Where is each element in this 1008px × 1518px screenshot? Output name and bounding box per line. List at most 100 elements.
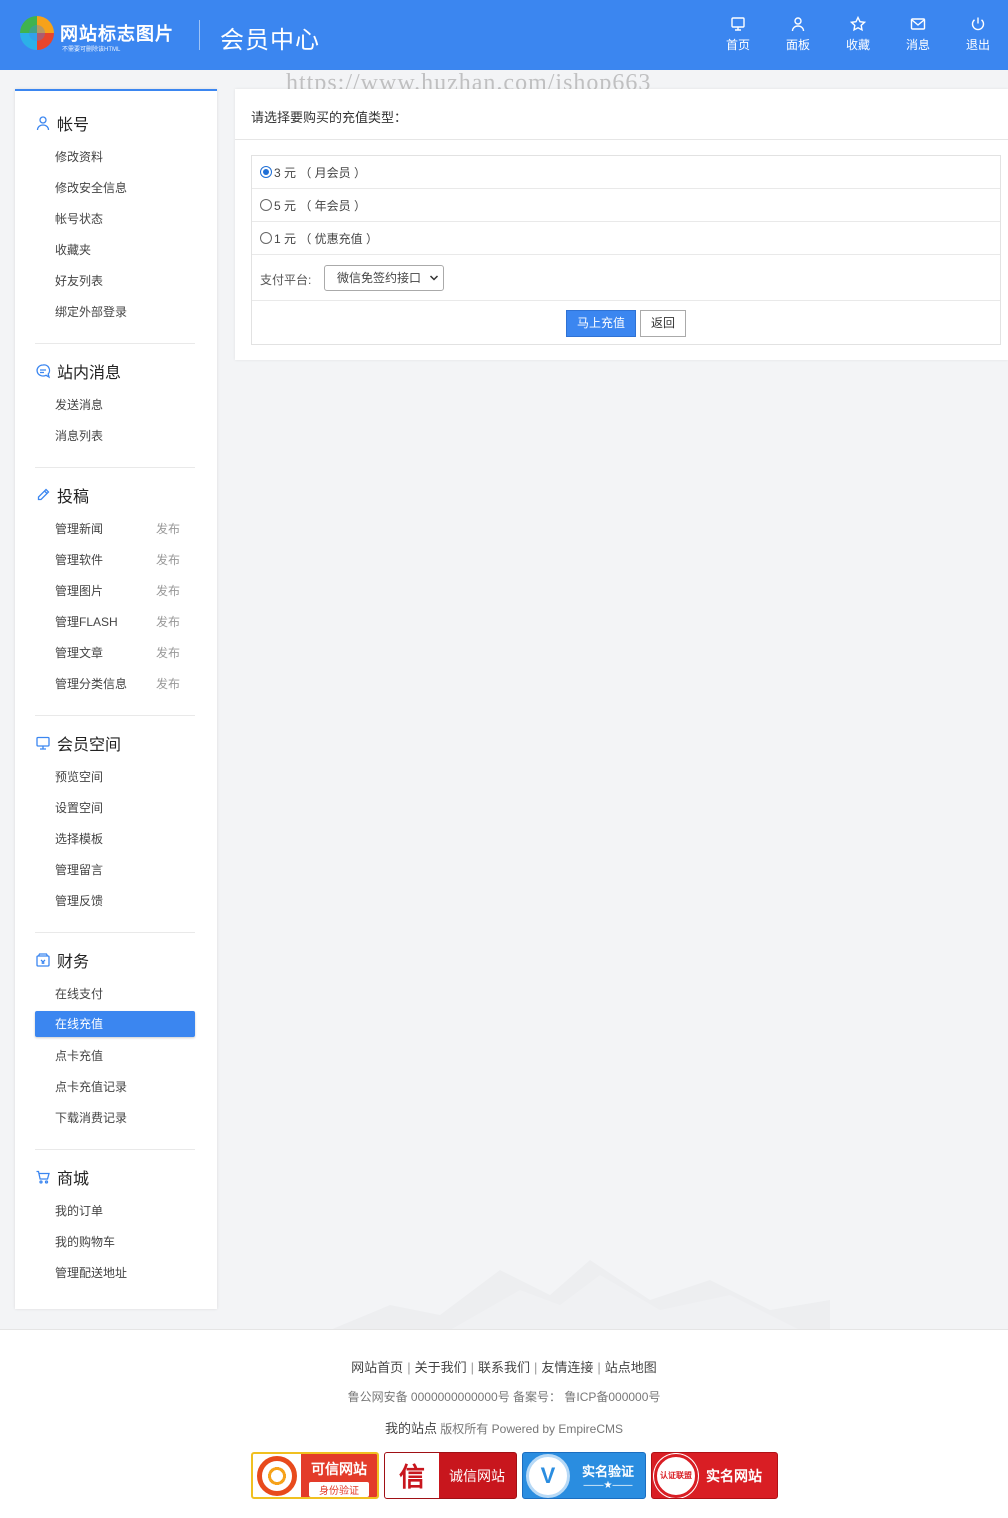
footer: 网站首页 | 关于我们 | 联系我们 | 友情连接 | 站点地图 鲁公网安备 000000000… bbox=[0, 1329, 1008, 1518]
footer-links: 网站首页 | 关于我们 | 联系我们 | 友情连接 | 站点地图 bbox=[351, 1360, 657, 1375]
payment-platform-select[interactable]: 微信免签约接口 bbox=[324, 265, 444, 291]
cart-icon bbox=[36, 1170, 50, 1184]
group-title-finance: 财务 bbox=[35, 948, 89, 972]
user-icon bbox=[791, 17, 805, 32]
footer-site-name: 我的站点 bbox=[384, 1421, 437, 1436]
trust-badges: 可信网站 身份验证 信 诚信网站 V 实名验证 ——★—— 认证联盟 实名网站 bbox=[251, 1452, 783, 1499]
group-title-account: 帐号 bbox=[35, 111, 89, 135]
star-icon bbox=[850, 16, 866, 32]
page-title: 会员中心 bbox=[220, 27, 320, 54]
recharge-option-discount[interactable]: 1 元 （ 优惠充值 ） bbox=[252, 222, 1000, 255]
wallet-icon bbox=[36, 953, 50, 967]
group-divider bbox=[35, 1149, 195, 1150]
back-button[interactable]: 返回 bbox=[640, 310, 686, 337]
radio-checked-icon[interactable] bbox=[260, 166, 272, 178]
sidebar-item-preview-space[interactable]: 预览空间 bbox=[35, 764, 195, 790]
footer-link-about[interactable]: 关于我们 bbox=[415, 1360, 467, 1375]
publish-link[interactable]: 发布 bbox=[156, 640, 180, 666]
recharge-form: 3 元 （ 月会员 ） 5 元 （ 年会员 ） 1 元 （ 优惠充值 ） 支付平… bbox=[251, 155, 1001, 345]
sidebar-item-friends[interactable]: 好友列表 bbox=[35, 268, 195, 294]
sidebar-item-shipping-address[interactable]: 管理配送地址 bbox=[35, 1260, 195, 1286]
sidebar-item-card-recharge-log[interactable]: 点卡充值记录 bbox=[35, 1074, 195, 1100]
group-divider bbox=[35, 467, 195, 468]
form-actions: 马上充值 返回 bbox=[252, 301, 1000, 345]
sidebar-item-account-status[interactable]: 帐号状态 bbox=[35, 206, 195, 232]
badge-trusted-site[interactable]: 可信网站 身份验证 bbox=[251, 1452, 379, 1499]
group-divider bbox=[35, 343, 195, 344]
sidebar-item-message-list[interactable]: 消息列表 bbox=[35, 423, 195, 449]
sidebar-item-my-orders[interactable]: 我的订单 bbox=[35, 1198, 195, 1224]
chevron-down-icon bbox=[429, 275, 439, 281]
monitor-icon bbox=[36, 736, 50, 750]
publish-link[interactable]: 发布 bbox=[156, 516, 180, 542]
integrity-seal-icon: 信 bbox=[385, 1453, 439, 1498]
recharge-option-monthly[interactable]: 3 元 （ 月会员 ） bbox=[252, 156, 1000, 189]
recharge-submit-button[interactable]: 马上充值 bbox=[566, 310, 636, 337]
header-divider bbox=[199, 20, 200, 50]
certification-seal-icon: 认证联盟 bbox=[654, 1453, 698, 1498]
sidebar-item-manage-articles[interactable]: 管理文章 发布 bbox=[35, 640, 195, 666]
footer-link-friends[interactable]: 友情连接 bbox=[541, 1360, 593, 1375]
publish-link[interactable]: 发布 bbox=[156, 547, 180, 573]
sidebar-item-online-payment[interactable]: 在线支付 bbox=[35, 981, 195, 1007]
nav-messages[interactable]: 消息 bbox=[888, 16, 948, 53]
sidebar-item-manage-news[interactable]: 管理新闻 发布 bbox=[35, 516, 195, 542]
sidebar-item-space-settings[interactable]: 设置空间 bbox=[35, 795, 195, 821]
radio-icon[interactable] bbox=[260, 232, 272, 244]
sidebar-item-manage-feedback[interactable]: 管理反馈 bbox=[35, 888, 195, 914]
publish-link[interactable]: 发布 bbox=[156, 578, 180, 604]
badge-realname-site[interactable]: 认证联盟 实名网站 bbox=[651, 1452, 778, 1499]
publish-link[interactable]: 发布 bbox=[156, 671, 180, 697]
group-title-messages: 站内消息 bbox=[35, 359, 121, 383]
sidebar-item-bind-login[interactable]: 绑定外部登录 bbox=[35, 299, 195, 325]
panel-header: 请选择要购买的充值类型： bbox=[235, 89, 1008, 140]
sidebar-item-manage-images[interactable]: 管理图片 发布 bbox=[35, 578, 195, 604]
radio-icon[interactable] bbox=[260, 199, 272, 211]
footer-link-contact[interactable]: 联系我们 bbox=[478, 1360, 530, 1375]
site-name[interactable]: 网站标志图片 bbox=[60, 20, 174, 46]
nav-home[interactable]: 首页 bbox=[708, 16, 768, 53]
sidebar-item-manage-flash[interactable]: 管理FLASH 发布 bbox=[35, 609, 195, 635]
nav-favorites[interactable]: 收藏 bbox=[828, 16, 888, 53]
footer-link-home[interactable]: 网站首页 bbox=[351, 1360, 403, 1375]
sidebar-item-manage-software[interactable]: 管理软件 发布 bbox=[35, 547, 195, 573]
monitor-icon bbox=[731, 17, 745, 31]
footer-link-sitemap[interactable]: 站点地图 bbox=[605, 1360, 657, 1375]
mail-icon bbox=[910, 18, 926, 30]
user-icon bbox=[36, 116, 50, 131]
verified-v-icon: V bbox=[526, 1453, 570, 1498]
sidebar-item-favorites[interactable]: 收藏夹 bbox=[35, 237, 195, 263]
site-logo-icon[interactable] bbox=[20, 16, 54, 50]
sidebar-item-online-recharge[interactable]: 在线充值 bbox=[35, 1011, 195, 1037]
group-title-shop: 商城 bbox=[35, 1165, 89, 1189]
sidebar-item-card-recharge[interactable]: 点卡充值 bbox=[35, 1043, 195, 1069]
badge-realname-verified[interactable]: V 实名验证 ——★—— bbox=[522, 1452, 646, 1499]
sidebar-item-download-log[interactable]: 下载消费记录 bbox=[35, 1105, 195, 1131]
power-icon bbox=[971, 17, 985, 31]
trusted-seal-icon bbox=[257, 1455, 297, 1496]
sidebar-item-edit-profile[interactable]: 修改资料 bbox=[35, 144, 195, 170]
sidebar-item-send-message[interactable]: 发送消息 bbox=[35, 392, 195, 418]
nav-panel[interactable]: 面板 bbox=[768, 16, 828, 53]
payment-platform-label: 支付平台: bbox=[260, 273, 312, 287]
sidebar-item-my-cart[interactable]: 我的购物车 bbox=[35, 1229, 195, 1255]
top-nav: 首页 面板 收藏 消息 退出 bbox=[708, 16, 1008, 53]
group-title-submit: 投稿 bbox=[35, 483, 89, 507]
sidebar-item-manage-classifieds[interactable]: 管理分类信息 发布 bbox=[35, 671, 195, 697]
publish-link[interactable]: 发布 bbox=[156, 609, 180, 635]
top-header: 网站标志图片 不需要可删除该HTML 会员中心 首页 面板 收藏 消息 退出 bbox=[0, 0, 1008, 70]
recharge-option-yearly[interactable]: 5 元 （ 年会员 ） bbox=[252, 189, 1000, 222]
message-icon bbox=[36, 364, 51, 379]
pen-icon bbox=[37, 488, 50, 501]
recharge-panel: 请选择要购买的充值类型： 3 元 （ 月会员 ） 5 元 （ 年会员 ） 1 元… bbox=[235, 89, 1008, 360]
footer-copyright: 我的站点 版权所有 Powered by EmpireCMS bbox=[384, 1421, 624, 1436]
mountain-decoration bbox=[330, 1260, 830, 1330]
nav-logout[interactable]: 退出 bbox=[948, 16, 1008, 53]
sidebar: 帐号 修改资料 修改安全信息 帐号状态 收藏夹 好友列表 绑定外部登录 站内消息… bbox=[15, 89, 217, 1309]
sidebar-item-manage-guestbook[interactable]: 管理留言 bbox=[35, 857, 195, 883]
badge-integrity-site[interactable]: 信 诚信网站 bbox=[384, 1452, 517, 1499]
sidebar-item-edit-security[interactable]: 修改安全信息 bbox=[35, 175, 195, 201]
group-title-space: 会员空间 bbox=[35, 731, 121, 755]
sidebar-item-choose-template[interactable]: 选择模板 bbox=[35, 826, 195, 852]
group-divider bbox=[35, 932, 195, 933]
